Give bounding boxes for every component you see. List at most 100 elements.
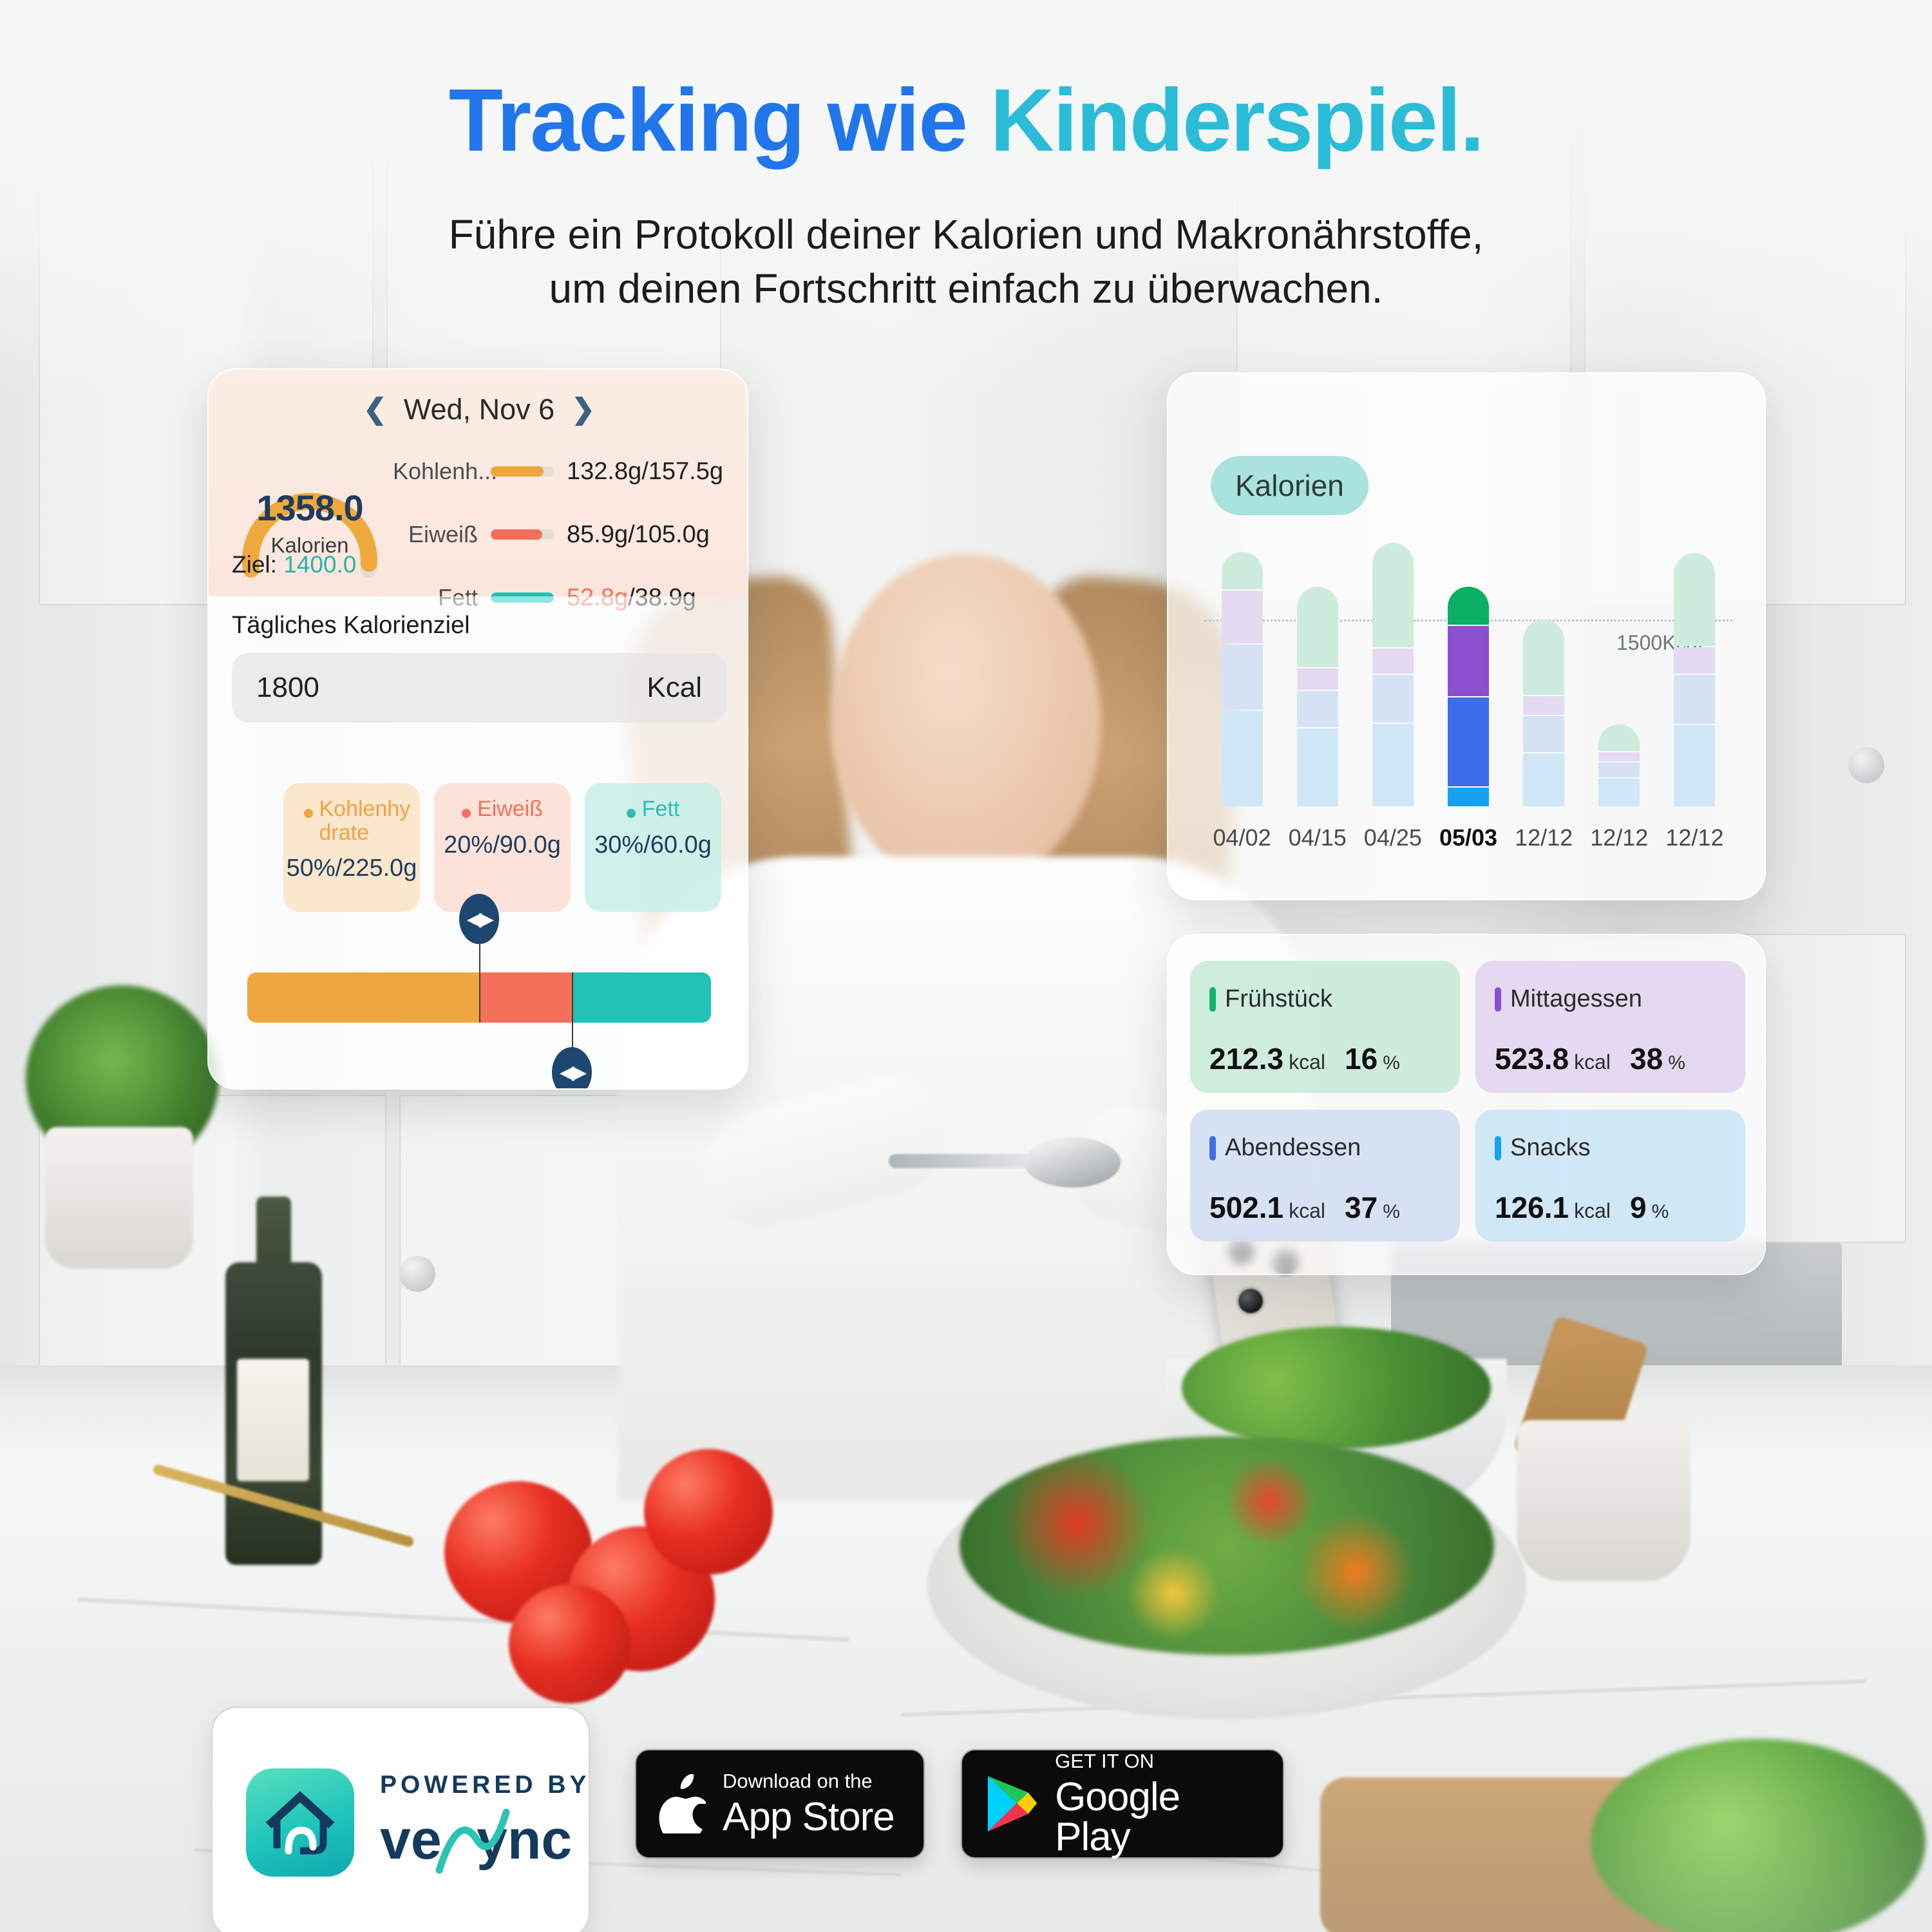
chart-bar-column[interactable] <box>1674 553 1716 808</box>
meal-header: Snacks <box>1495 1134 1745 1162</box>
macro-chip-protein[interactable]: Eiweiß 20%/90.0g <box>434 783 571 912</box>
split-segment-carbs <box>247 972 479 1023</box>
chart-bar-segment-mittagessen <box>1598 752 1640 761</box>
meal-card[interactable]: Frühstück 212.3 kcal 16% <box>1190 961 1460 1093</box>
split-segment-protein <box>479 972 572 1023</box>
vesync-wordmark: POWERED BY ve ync <box>380 1771 592 1874</box>
meal-kcal-value: 212.3 <box>1209 1042 1284 1075</box>
meal-kcal-value: 126.1 <box>1495 1191 1569 1224</box>
macro-chip-fat[interactable]: Fett 30%/60.0g <box>585 783 721 912</box>
powered-by-vesync-badge[interactable]: POWERED BY ve ync <box>211 1707 590 1932</box>
chart-bar-segment-snacks <box>1296 728 1338 806</box>
chart-bar-segment-mittagessen <box>1448 625 1489 696</box>
chart-bar-column[interactable] <box>1598 724 1640 808</box>
chart-bar-segment-fruehstueck <box>1674 553 1716 646</box>
chart-bar-column[interactable] <box>1296 587 1338 808</box>
meal-kcal-unit: kcal <box>1574 1199 1611 1222</box>
bottle-label <box>237 1359 309 1481</box>
chart-x-tick-label: 12/12 <box>1665 824 1724 851</box>
chart-bar-segment-mittagessen <box>1221 591 1263 643</box>
vesync-logo-text: ve ync <box>380 1808 572 1874</box>
meal-color-indicator <box>1209 987 1216 1012</box>
calorie-goal-row: Ziel: 1400.0 <box>232 551 356 578</box>
macro-progress-track <box>491 466 554 477</box>
spoon <box>889 1133 1121 1191</box>
vesync-home-icon <box>246 1768 354 1877</box>
headline-part-primary: Tracking wie <box>448 71 990 170</box>
chart-bar-segment-fruehstueck <box>1598 724 1640 752</box>
chart-bar-segment-abendessen <box>1598 762 1640 778</box>
spoon-bowl <box>1024 1137 1121 1188</box>
macro-label: Eiweiß <box>408 521 478 547</box>
app-store-text: Download on the App Store <box>723 1771 895 1837</box>
daily-calorie-goal-input[interactable]: 1800 Kcal <box>232 653 726 723</box>
chart-bar-column[interactable] <box>1523 620 1565 808</box>
app-store-big-label: App Store <box>723 1794 895 1839</box>
split-segment-fat <box>572 972 711 1023</box>
meal-cards-grid: Frühstück 212.3 kcal 16% Mittagessen 523.8 kca… <box>1190 961 1745 1242</box>
chart-bar-column[interactable] <box>1372 543 1414 808</box>
current-date-label: Wed, Nov 6 <box>403 393 555 426</box>
macro-slider-handle-protein[interactable]: ◀▶ <box>552 1047 592 1088</box>
vesync-house-glyph <box>265 1791 335 1855</box>
meal-color-indicator <box>1495 987 1501 1012</box>
meal-header: Frühstück <box>1209 985 1460 1013</box>
meal-percent-value: 9 <box>1630 1191 1647 1224</box>
google-play-text: GET IT ON Google Play <box>1055 1751 1261 1857</box>
chart-bar-segment-mittagessen <box>1372 648 1414 674</box>
chip-value: 50%/225.0g <box>286 855 417 882</box>
meal-card[interactable]: Snacks 126.1 kcal 9% <box>1475 1110 1745 1242</box>
macro-chip-carbs[interactable]: Kohlenhy drate 50%/225.0g <box>283 783 420 912</box>
daily-summary-card: ❮ Wed, Nov 6 ❯ 1358.0 Kalorien Ziel: 140… <box>207 368 748 1090</box>
salad-on-plate <box>960 1436 1494 1655</box>
meal-percent-value: 38 <box>1630 1042 1663 1075</box>
macro-split-chips: Kohlenhy drate 50%/225.0g Eiweiß 20%/90.0… <box>283 783 721 912</box>
macro-progress-track <box>491 529 554 540</box>
summary-header-panel: ❮ Wed, Nov 6 ❯ 1358.0 Kalorien Ziel: 140… <box>209 370 747 611</box>
meal-percent-value: 37 <box>1345 1191 1378 1224</box>
apple-icon <box>659 1774 706 1833</box>
macro-slider-handle-carb[interactable]: ◀▶ <box>459 894 499 944</box>
meal-card[interactable]: Mittagessen 523.8 kcal 38% <box>1475 961 1745 1093</box>
google-play-icon <box>987 1776 1037 1832</box>
chart-bar-column[interactable] <box>1448 587 1489 808</box>
macro-value: 85.9g/105.0g <box>567 520 710 548</box>
meal-kcal-unit: kcal <box>1289 1199 1326 1222</box>
chart-bar-segment-fruehstueck <box>1372 543 1414 647</box>
chart-metric-pill[interactable]: Kalorien <box>1211 456 1368 515</box>
meal-card[interactable]: Abendessen 502.1 kcal 37% <box>1190 1110 1460 1242</box>
salad-in-bowl <box>1182 1327 1491 1449</box>
meal-percent-value: 16 <box>1345 1042 1378 1075</box>
chip-header: Kohlenhy drate <box>303 797 411 845</box>
meal-name: Abendessen <box>1225 1134 1361 1161</box>
meal-color-indicator <box>1495 1135 1501 1160</box>
chevron-right-icon[interactable]: ❯ <box>571 395 595 424</box>
tomato <box>644 1449 773 1575</box>
calories-chart-card: Kalorien 1500Kcal 04/02 04/15 04/25 05/03 12… <box>1167 372 1766 900</box>
google-play-big-label: Google Play <box>1055 1774 1180 1859</box>
macro-progress-fill <box>491 466 544 477</box>
google-play-badge[interactable]: GET IT ON Google Play <box>961 1749 1284 1859</box>
protein-dot-icon <box>461 809 471 818</box>
subtitle-line-1: Führe ein Protokoll deiner Kalorien und … <box>448 211 1484 258</box>
carb-dot-icon <box>303 809 313 818</box>
app-store-badge[interactable]: Download on the App Store <box>635 1749 925 1859</box>
meal-values: 212.3 kcal 16% <box>1209 1041 1460 1076</box>
date-navigator: ❮ Wed, Nov 6 ❯ <box>209 393 747 426</box>
chip-label: Kohlenhy drate <box>319 797 411 845</box>
meal-values: 502.1 kcal 37% <box>1209 1190 1460 1225</box>
meal-color-indicator <box>1209 1135 1216 1160</box>
chart-bar-segment-abendessen <box>1523 715 1565 753</box>
macro-label: Kohlenh... <box>393 458 498 484</box>
page-title: Tracking wie Kinderspiel. <box>0 76 1932 165</box>
chart-bar-column[interactable] <box>1221 551 1263 808</box>
chart-plot-area: 1500Kcal <box>1204 532 1732 808</box>
chart-bar-segment-fruehstueck <box>1296 587 1338 667</box>
goal-section-title: Tägliches Kalorienziel <box>232 612 470 639</box>
meal-name: Mittagessen <box>1510 985 1642 1012</box>
chart-bar-segment-fruehstueck <box>1448 587 1489 625</box>
chip-label: Fett <box>641 797 680 821</box>
headline-part-accent: Kinderspiel. <box>990 71 1484 170</box>
chevron-left-icon[interactable]: ❮ <box>363 395 387 424</box>
chip-value: 30%/60.0g <box>594 831 712 858</box>
